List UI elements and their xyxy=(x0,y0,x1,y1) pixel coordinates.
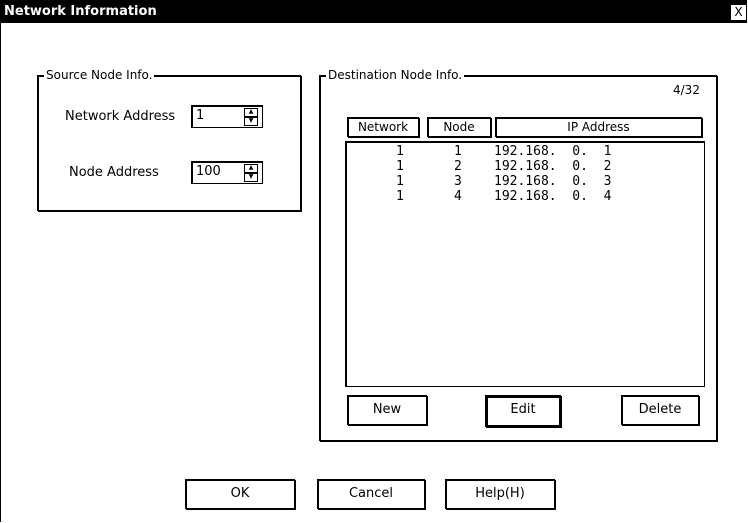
delete-button[interactable]: Delete xyxy=(621,395,699,425)
row-ip: 192.168. 0. 3 xyxy=(494,174,612,189)
list-item[interactable]: 1 3 192.168. 0. 3 xyxy=(346,174,704,189)
spin-down-icon[interactable]: ▼ xyxy=(244,117,258,126)
column-header-ip-address[interactable]: IP Address xyxy=(495,117,702,137)
source-node-group-title: Source Node Info. xyxy=(44,68,155,82)
edit-button[interactable]: Edit xyxy=(485,395,561,427)
list-item[interactable]: 1 4 192.168. 0. 4 xyxy=(346,189,704,204)
window-title: Network Information xyxy=(4,4,157,19)
ok-button[interactable]: OK xyxy=(185,479,295,509)
row-network: 1 xyxy=(396,189,404,204)
row-network: 1 xyxy=(396,159,404,174)
network-address-spinner[interactable]: 1 ▲ ▼ xyxy=(191,105,263,128)
row-node: 3 xyxy=(454,174,462,189)
column-header-network[interactable]: Network xyxy=(347,117,419,137)
network-address-value[interactable]: 1 xyxy=(196,108,204,123)
spin-up-icon[interactable]: ▲ xyxy=(244,108,258,117)
spinner-arrows-icon[interactable]: ▲ ▼ xyxy=(244,108,258,126)
row-node: 2 xyxy=(454,159,462,174)
row-ip: 192.168. 0. 2 xyxy=(494,159,612,174)
cancel-button[interactable]: Cancel xyxy=(317,479,425,509)
network-address-label: Network Address xyxy=(65,109,176,124)
help-button[interactable]: Help(H) xyxy=(445,479,555,509)
node-address-label: Node Address xyxy=(69,165,159,180)
node-address-spinner[interactable]: 100 ▲ ▼ xyxy=(191,161,263,184)
row-ip: 192.168. 0. 4 xyxy=(494,189,612,204)
spinner-arrows-icon[interactable]: ▲ ▼ xyxy=(244,164,258,182)
close-icon[interactable]: X xyxy=(730,4,747,21)
list-item[interactable]: 1 1 192.168. 0. 1 xyxy=(346,144,704,159)
title-bar[interactable]: Network Information X xyxy=(1,1,747,23)
node-address-value[interactable]: 100 xyxy=(196,164,221,179)
entry-counter: 4/32 xyxy=(673,83,700,97)
source-node-group: Source Node Info. xyxy=(37,68,301,211)
spin-down-icon[interactable]: ▼ xyxy=(244,173,258,182)
row-node: 4 xyxy=(454,189,462,204)
row-network: 1 xyxy=(396,174,404,189)
new-button[interactable]: New xyxy=(347,395,427,425)
spin-up-icon[interactable]: ▲ xyxy=(244,164,258,173)
list-item[interactable]: 1 2 192.168. 0. 2 xyxy=(346,159,704,174)
network-information-dialog: Network Information X Source Node Info. … xyxy=(0,0,747,522)
row-network: 1 xyxy=(396,144,404,159)
column-header-node[interactable]: Node xyxy=(427,117,491,137)
destination-node-list[interactable]: 1 1 192.168. 0. 1 1 2 192.168. 0. 2 1 3 … xyxy=(345,141,705,387)
row-node: 1 xyxy=(454,144,462,159)
row-ip: 192.168. 0. 1 xyxy=(494,144,612,159)
destination-node-group-title: Destination Node Info. xyxy=(326,68,465,82)
